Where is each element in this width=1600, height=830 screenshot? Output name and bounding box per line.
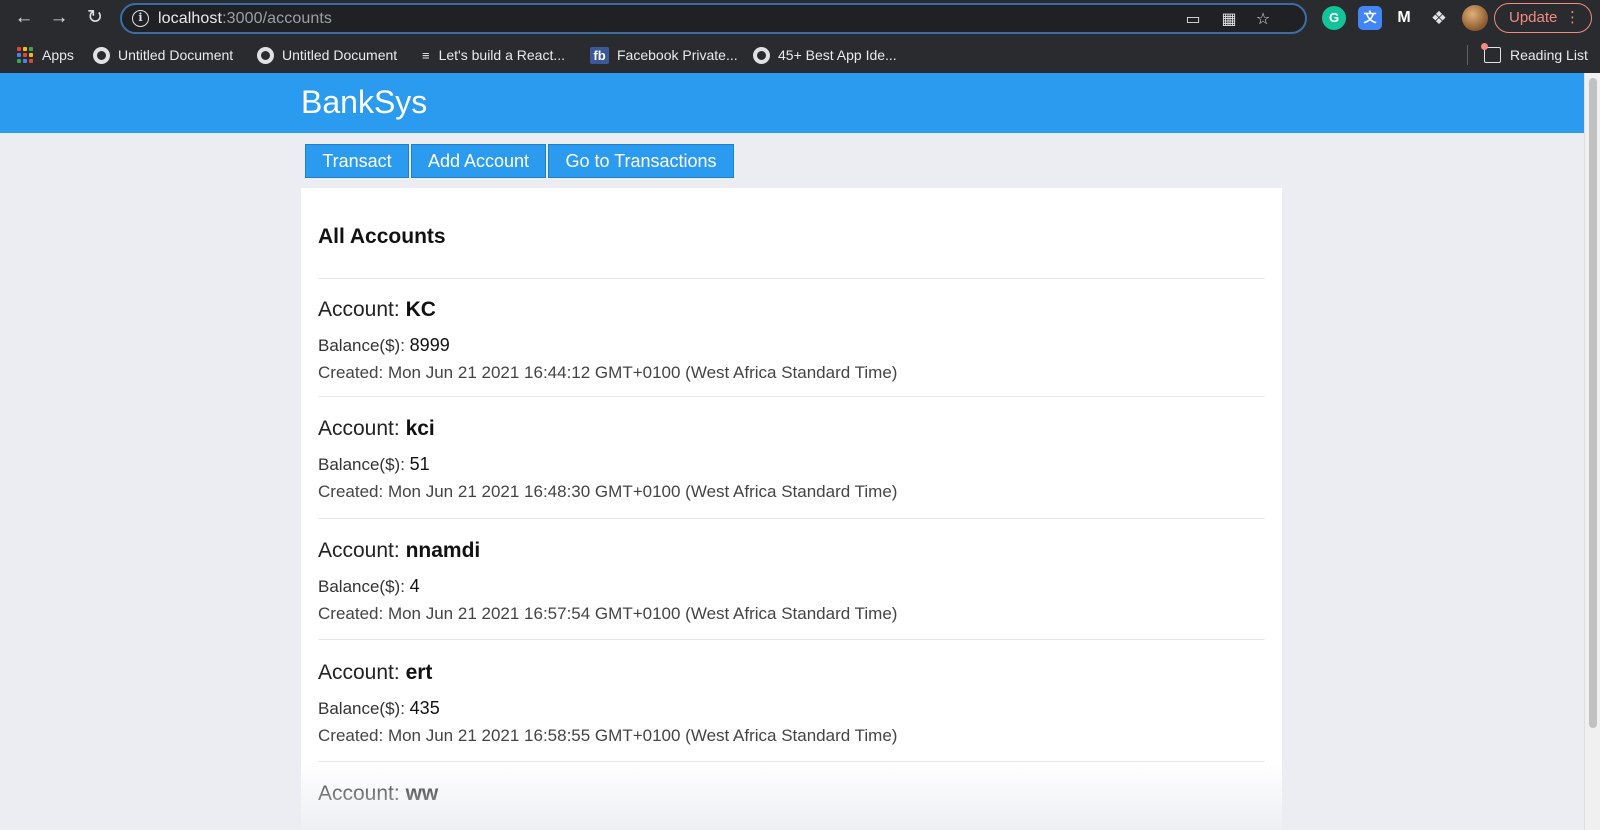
account-name: Account: KC <box>318 298 436 321</box>
account-name: Account: nnamdi <box>318 539 481 562</box>
account-created: Created: Mon Jun 21 2021 16:48:30 GMT+01… <box>318 482 898 501</box>
account-balance: Balance($): 435 <box>318 698 440 718</box>
bookmark-facebook[interactable]: fb Facebook Private... <box>590 44 738 66</box>
account-created: Created: Mon Jun 21 2021 16:44:12 GMT+01… <box>318 363 898 382</box>
forward-arrow-icon[interactable]: → <box>47 6 71 30</box>
reading-list[interactable]: Reading List <box>1481 43 1588 66</box>
medium-icon[interactable]: M <box>1392 6 1416 30</box>
bookmark-react[interactable]: ≡ Let's build a React... <box>422 44 565 66</box>
divider <box>318 761 1265 762</box>
divider <box>318 396 1265 397</box>
translate-icon[interactable]: 文 <box>1358 6 1382 30</box>
divider <box>318 278 1265 279</box>
accounts-card: All Accounts Account: KC Balance($): 899… <box>301 188 1282 830</box>
url-text[interactable]: localhost:3000/accounts <box>158 10 332 28</box>
globe-icon <box>93 46 110 64</box>
bookmark-untitled-document-2[interactable]: Untitled Document <box>257 44 397 66</box>
update-button[interactable]: Update ⋮ <box>1494 3 1592 33</box>
app-header: BankSys <box>0 73 1584 133</box>
page-scrollbar[interactable] <box>1584 73 1600 830</box>
account-balance: Balance($): 4 <box>318 576 420 596</box>
bookmarks-separator <box>1467 45 1468 65</box>
address-bar[interactable]: i localhost:3000/accounts ▭ ▦ ☆ <box>120 3 1307 34</box>
profile-avatar[interactable] <box>1462 5 1488 31</box>
account-created: Created: Mon Jun 21 2021 16:58:55 GMT+01… <box>318 726 898 745</box>
page-viewport: BankSys Transact Add Account Go to Trans… <box>0 73 1600 830</box>
account-created: Created: Mon Jun 21 2021 16:57:54 GMT+01… <box>318 604 898 623</box>
qr-code-icon[interactable]: ▦ <box>1219 10 1239 30</box>
globe-icon <box>257 46 274 64</box>
extensions-puzzle-icon[interactable]: ❖ <box>1427 6 1451 30</box>
account-name: Account: ww <box>318 782 439 805</box>
bookmark-app-ideas[interactable]: 45+ Best App Ide... <box>753 44 897 66</box>
account-balance: Balance($): 8999 <box>318 335 450 355</box>
scrollbar-thumb[interactable] <box>1589 78 1597 728</box>
list-icon: ≡ <box>422 47 430 63</box>
bookmark-star-icon[interactable]: ☆ <box>1253 10 1273 30</box>
divider <box>318 518 1265 519</box>
account-balance: Balance($): 51 <box>318 454 430 474</box>
more-menu-icon[interactable]: ⋮ <box>1565 4 1580 31</box>
globe-icon <box>753 46 770 64</box>
go-to-transactions-button[interactable]: Go to Transactions <box>548 144 734 178</box>
reading-list-icon <box>1481 43 1501 63</box>
brand-title[interactable]: BankSys <box>301 84 427 121</box>
account-name: Account: kci <box>318 417 435 440</box>
site-info-icon[interactable]: i <box>132 10 149 27</box>
bookmark-untitled-document-1[interactable]: Untitled Document <box>93 44 233 66</box>
account-name: Account: ert <box>318 661 433 684</box>
browser-window: ← → ↻ i localhost:3000/accounts ▭ ▦ ☆ G … <box>0 0 1600 830</box>
bookmarks-bar: Apps Untitled Document Untitled Document… <box>0 37 1600 73</box>
cast-icon[interactable]: ▭ <box>1183 10 1203 30</box>
bookmark-apps[interactable]: Apps <box>17 44 74 66</box>
fb-logo-icon: fb <box>590 46 609 64</box>
browser-toolbar: ← → ↻ i localhost:3000/accounts ▭ ▦ ☆ G … <box>0 0 1600 36</box>
card-title: All Accounts <box>318 225 446 248</box>
apps-grid-icon <box>17 47 33 63</box>
grammarly-icon[interactable]: G <box>1322 6 1346 30</box>
divider <box>318 639 1265 640</box>
reload-icon[interactable]: ↻ <box>83 6 107 30</box>
transact-button[interactable]: Transact <box>305 144 409 178</box>
add-account-button[interactable]: Add Account <box>411 144 546 178</box>
back-arrow-icon[interactable]: ← <box>12 6 36 30</box>
